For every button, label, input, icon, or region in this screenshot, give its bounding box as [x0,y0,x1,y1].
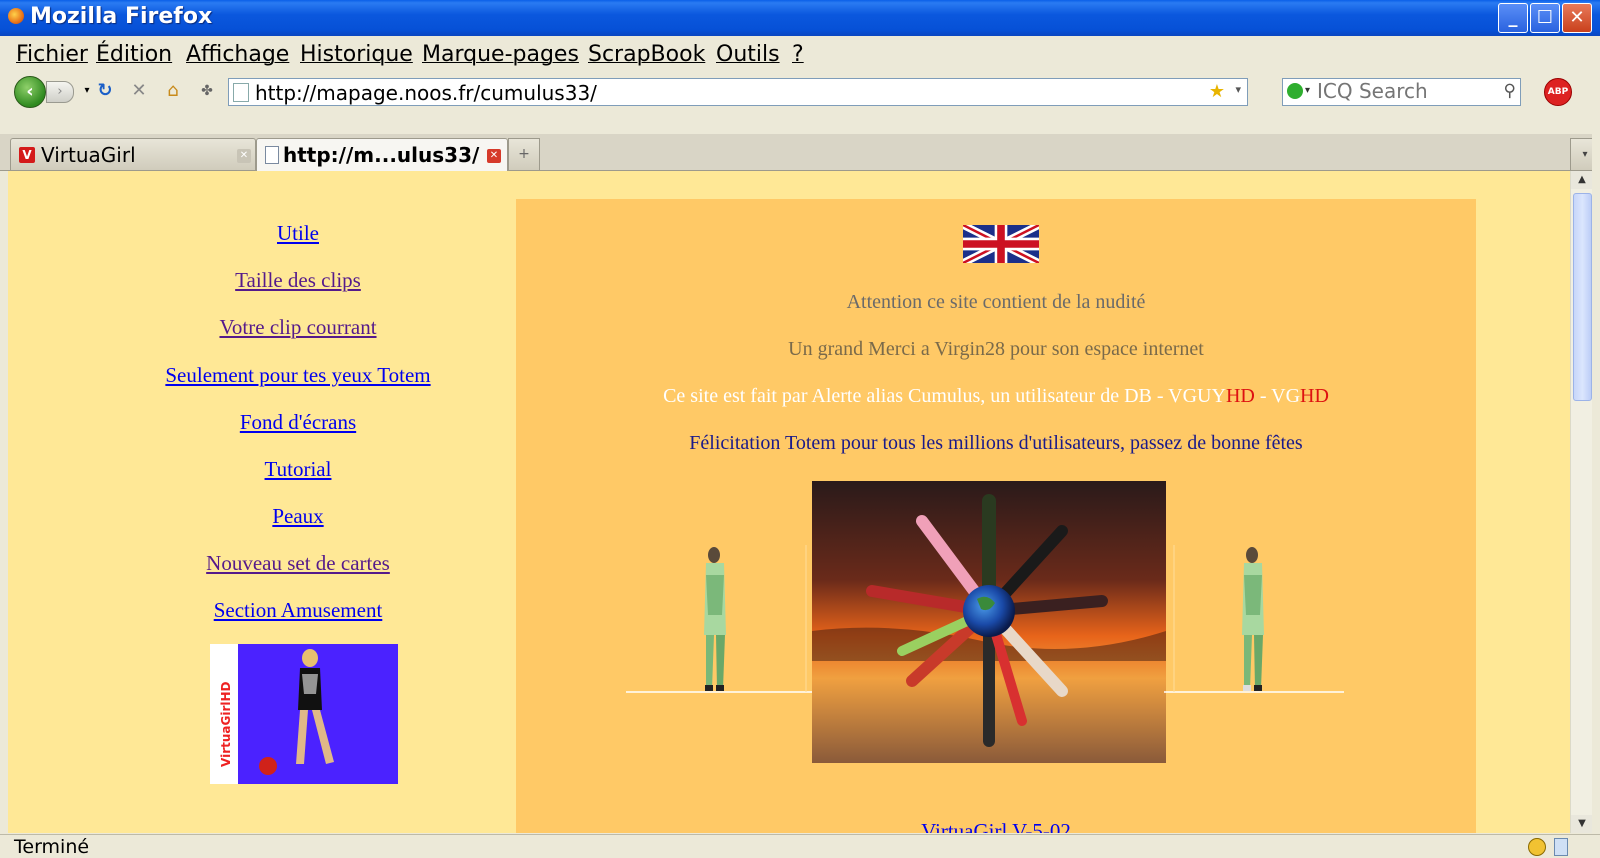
scroll-thumb[interactable] [1573,193,1592,401]
menu-scrapbook[interactable]: ScrapBook [588,42,705,67]
tool-icon[interactable]: ✤ [196,80,218,102]
tab-cumulus[interactable]: http://m...ulus33/ ✕ [256,138,508,171]
status-addon-icon[interactable] [1528,838,1546,856]
nudity-warning-text: Attention ce site contient de la nudité [846,291,1146,313]
menu-affichage[interactable]: Affichage [186,42,289,67]
uk-flag-icon[interactable] [963,225,1039,263]
title-bar: Mozilla Firefox _ ☐ ✕ [0,0,1600,36]
status-text: Terminé [14,836,90,858]
tab-virtuagirl[interactable]: V VirtuaGirl ✕ [10,138,256,170]
nav-link-votre-clip-courrant[interactable]: Votre clip courrant [219,315,376,340]
url-dropdown-icon[interactable]: ▾ [1235,83,1241,96]
nav-link-fond-d-ecrans[interactable]: Fond d'écrans [240,410,356,435]
menu-edition[interactable]: Édition [96,42,172,67]
scroll-up-icon[interactable]: ▲ [1571,171,1593,189]
scroll-down-icon[interactable]: ▼ [1571,815,1593,833]
page-content: Utile Taille des clips Votre clip courra… [8,171,1570,833]
vertical-scrollbar[interactable]: ▲ ▼ [1570,171,1593,833]
home-icon[interactable]: ⌂ [162,80,184,102]
dancers-collage-image [812,481,1166,763]
forward-icon[interactable]: › [46,81,74,103]
menu-marque-pages[interactable]: Marque-pages [422,42,579,67]
new-tab-button[interactable]: + [508,138,540,170]
reload-icon[interactable]: ↻ [94,80,116,102]
stop-icon[interactable]: ✕ [128,80,150,102]
engine-dropdown-icon[interactable]: ▾ [1305,85,1310,96]
close-button[interactable]: ✕ [1562,3,1592,33]
nav-link-nouveau-set-de-cartes[interactable]: Nouveau set de cartes [206,551,390,576]
menu-fichier[interactable]: Fichier [16,42,88,67]
virtuagirl-version-link[interactable]: VirtuaGirl V-5-02 [516,819,1476,833]
url-bar[interactable]: http://mapage.noos.fr/cumulus33/ ★ ▾ [228,78,1248,106]
firefox-logo-icon [8,8,24,24]
tab-label: VirtuaGirl [41,143,136,167]
menu-historique[interactable]: Historique [300,42,413,67]
nav-link-seulement-pour-tes-yeux-totem[interactable]: Seulement pour tes yeux Totem [165,363,430,388]
adblock-icon[interactable]: ABP [1544,78,1572,106]
menu-bar: Fichier Édition Affichage Historique Mar… [0,36,1600,70]
menu-outils[interactable]: Outils [716,42,780,67]
status-page-icon[interactable] [1554,838,1568,856]
banner-figure-image [259,649,334,775]
main-panel: Attention ce site contient de la nudité … [516,199,1476,833]
bookmarks-toolbar [0,110,1600,135]
page-icon [265,146,279,164]
virtuagirl-favicon-icon: V [19,147,35,163]
right-dancer-image [1164,545,1344,693]
nav-link-section-amusement[interactable]: Section Amusement [214,598,383,623]
menu-help[interactable]: ? [792,42,804,67]
status-bar: Terminé [0,834,1600,858]
thanks-text: Un grand Merci a Virgin28 pour son espac… [788,338,1204,360]
nav-link-taille-des-clips[interactable]: Taille des clips [235,268,361,293]
nav-link-peaux[interactable]: Peaux [272,504,323,529]
tab-close-icon[interactable]: ✕ [237,149,251,163]
tab-bar: V VirtuaGirl ✕ http://m...ulus33/ ✕ + ▾ [0,134,1600,171]
search-input[interactable] [1317,81,1493,101]
nav-link-tutorial[interactable]: Tutorial [265,457,332,482]
credit-text: Ce site est fait par Alerte alias Cumulu… [663,385,1329,407]
url-text[interactable]: http://mapage.noos.fr/cumulus33/ [255,81,597,105]
maximize-button[interactable]: ☐ [1530,3,1560,33]
congrats-text: Félicitation Totem pour tous les million… [689,432,1303,454]
left-dancer-image [626,545,816,693]
tab-label: http://m...ulus33/ [283,143,480,167]
virtuagirl-banner[interactable]: VirtuaGirlHD [210,644,398,784]
minimize-button[interactable]: _ [1498,3,1528,33]
nav-link-utile[interactable]: Utile [277,221,319,246]
search-icon[interactable]: ⚲ [1504,81,1516,101]
star-icon[interactable]: ★ [1209,81,1225,102]
window-border [1592,134,1600,834]
search-bar[interactable]: ▾ ⚲ [1282,78,1521,106]
navigation-toolbar: ‹ › ▾ ↻ ✕ ⌂ ✤ http://mapage.noos.fr/cumu… [0,70,1600,110]
back-icon[interactable]: ‹ [14,76,46,108]
search-engine-icon[interactable] [1287,83,1303,99]
window-title: Mozilla Firefox [30,4,213,29]
tab-close-icon[interactable]: ✕ [487,149,501,163]
page-icon [233,83,249,102]
